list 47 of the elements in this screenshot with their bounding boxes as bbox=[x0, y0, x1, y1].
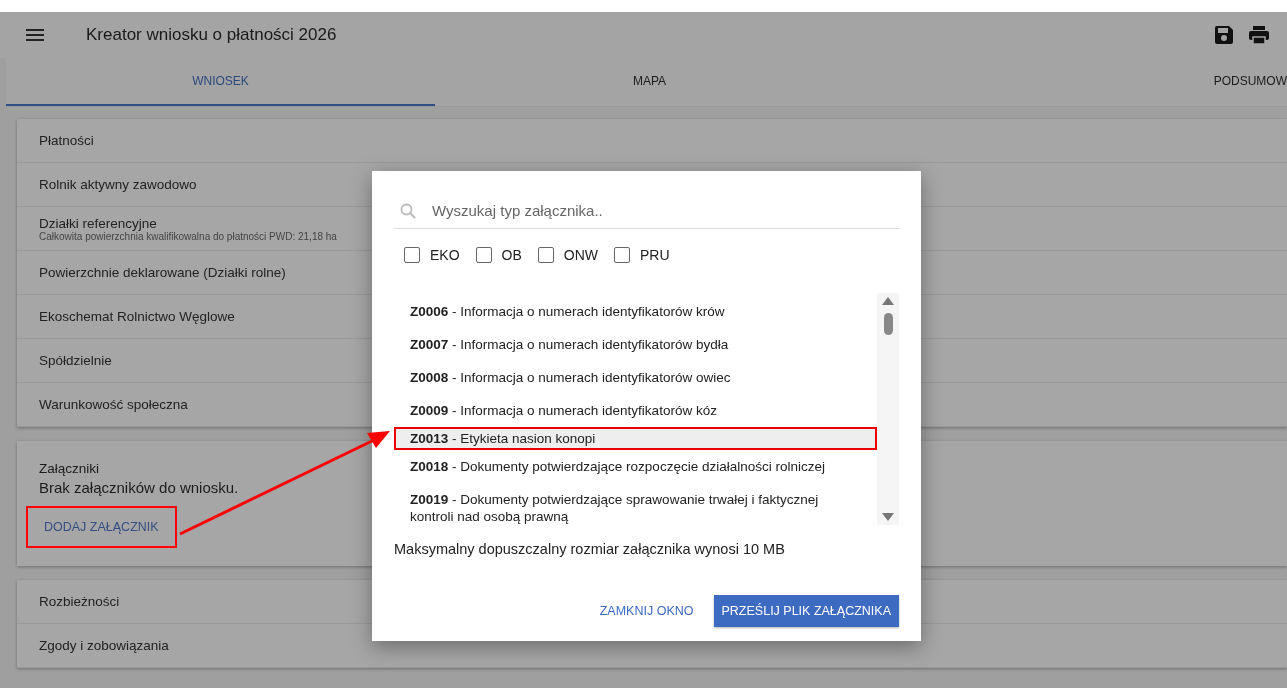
close-button[interactable]: ZAMKNIJ OKNO bbox=[591, 595, 702, 627]
search-icon bbox=[400, 202, 416, 219]
section-title: Spółdzielnie bbox=[39, 353, 112, 368]
section-title: Płatności bbox=[39, 133, 94, 148]
empty-message: Brak załączników do wniosku. bbox=[39, 479, 239, 496]
app-title: Kreator wniosku o płatności 2026 bbox=[86, 25, 337, 45]
filter-label: EKO bbox=[430, 247, 460, 263]
save-icon[interactable] bbox=[1215, 26, 1233, 44]
filter-label: PRU bbox=[640, 247, 670, 263]
section-title: Powierzchnie deklarowane (Działki rolne) bbox=[39, 265, 286, 280]
section-title: Działki referencyjne bbox=[39, 215, 157, 231]
tab[interactable]: PODSUMOW bbox=[864, 58, 1287, 106]
filter-label: ONW bbox=[563, 247, 599, 263]
upload-button[interactable]: PRZEŚLIJ PLIK ZAŁĄCZNIKA bbox=[713, 595, 899, 627]
size-limit-note: Maksymalny dopuszczalny rozmiar załącznika wynosi 10 MB bbox=[394, 541, 786, 557]
filter-checkbox[interactable]: ONW bbox=[537, 247, 599, 263]
attachment-type-item[interactable]: Z0019 - Dokumenty potwierdzające sprawowanie trwałej i faktycznej kontroli nad osobą prawną bbox=[394, 483, 877, 533]
print-icon[interactable] bbox=[1249, 26, 1269, 44]
scroll-up-icon[interactable] bbox=[882, 297, 894, 305]
filter-checkbox[interactable]: EKO bbox=[404, 247, 460, 263]
attachment-type-item[interactable]: Z0006 - Informacja o numerach identyfikatorów krów bbox=[394, 295, 877, 328]
section-title: Zgody i zobowiązania bbox=[39, 638, 169, 653]
scrollbar-thumb[interactable] bbox=[883, 313, 893, 335]
menu-icon[interactable] bbox=[26, 29, 44, 41]
filter-label: OB bbox=[501, 247, 522, 263]
attachments-title: Załączniki bbox=[39, 461, 100, 476]
attachment-type-item[interactable]: Z0008 - Informacja o numerach identyfikatorów owiec bbox=[394, 361, 877, 394]
section-title: Rolnik aktywny zawodowo bbox=[39, 177, 197, 192]
scroll-down-icon[interactable] bbox=[882, 513, 894, 521]
checkbox[interactable] bbox=[475, 247, 492, 263]
checkbox[interactable] bbox=[614, 247, 631, 263]
checkbox[interactable] bbox=[537, 247, 554, 263]
checkbox[interactable] bbox=[404, 247, 420, 263]
filter-checkbox[interactable]: OB bbox=[475, 247, 522, 263]
attachment-type-item[interactable]: Z0009 - Informacja o numerach identyfikatorów kóz bbox=[394, 394, 877, 427]
attachment-type-item[interactable]: Z0007 - Informacja o numerach identyfikatorów bydła bbox=[394, 328, 877, 361]
section-row[interactable]: Płatności bbox=[17, 119, 1287, 163]
section-title: Ekoschemat Rolnictwo Węglowe bbox=[39, 309, 235, 324]
scrollbar[interactable] bbox=[877, 293, 899, 525]
section-subtitle: Całkowita powierzchnia kwalifikowalna do płatności PWD: 21,18 ha bbox=[39, 230, 337, 242]
tab[interactable]: WNIOSEK bbox=[6, 58, 435, 106]
filter-checkbox[interactable]: PRU bbox=[614, 247, 670, 263]
tab[interactable]: MAPA bbox=[435, 58, 864, 106]
attachment-type-item[interactable]: Z0018 - Dokumenty potwierdzające rozpoczęcie działalności rolniczej bbox=[394, 450, 877, 483]
section-title: Warunkowość społeczna bbox=[39, 397, 188, 412]
section-title: Rozbieżności bbox=[39, 594, 120, 609]
attachment-type-item[interactable]: Z0013 - Etykieta nasion konopi bbox=[394, 427, 877, 450]
